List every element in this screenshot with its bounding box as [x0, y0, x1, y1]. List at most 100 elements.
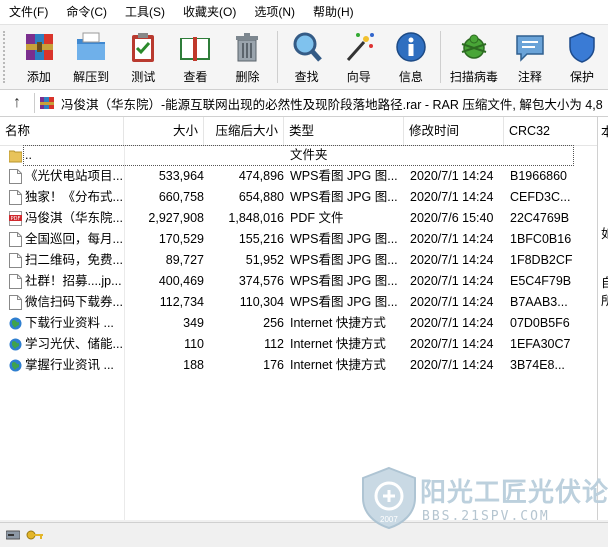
find-label: 查找 [294, 70, 319, 84]
info-pane-text-3: 自 [601, 276, 608, 290]
file-modified: 2020/7/6 15:40 [410, 211, 494, 225]
file-size: 400,469 [158, 274, 204, 288]
delete-label: 删除 [235, 70, 260, 84]
info-label: 信息 [398, 70, 423, 84]
file-size: 349 [183, 316, 204, 330]
info-pane-text-2: 如 [601, 227, 608, 241]
toolbar: 添加 解压到 测试 查看 删除 查找 向导 信息 扫描病毒 注释 保护 [0, 24, 608, 89]
file-crc: E5C4F79B [510, 274, 572, 288]
table-row[interactable]: 学习光伏、储能... 110 112 Internet 快捷方式 2020/7/1 14… [0, 334, 597, 355]
internet-shortcut-icon [9, 338, 22, 351]
file-crc: B7AAB3... [510, 295, 568, 309]
column-header-packed[interactable]: 压缩后大小 [204, 117, 284, 145]
toolbar-separator [276, 31, 278, 83]
find-button[interactable]: 查找 [281, 25, 333, 85]
column-header-modified[interactable]: 修改时间 [404, 117, 504, 145]
view-button[interactable]: 查看 [169, 25, 221, 85]
table-row[interactable]: 《光伏电站项目... 533,964 474,896 WPS看图 JPG 图... 20… [0, 166, 597, 187]
file-crc: 07D0B5F6 [510, 316, 570, 330]
file-size: 89,727 [165, 253, 204, 267]
menu-file[interactable]: 文件(F) [0, 0, 57, 24]
folder-icon [9, 150, 22, 163]
file-name: 掌握行业资讯 ... [25, 358, 114, 372]
file-crc: 22C4769B [510, 211, 570, 225]
file-crc: 1EFA30C7 [510, 337, 571, 351]
info-button[interactable]: 信息 [385, 25, 437, 85]
table-row[interactable]: 全国巡回，每月... 170,529 155,216 WPS看图 JPG 图... 20… [0, 229, 597, 250]
file-name: 扫二维码，免费... [25, 253, 122, 267]
test-button[interactable]: 测试 [117, 25, 169, 85]
toolbar-grip[interactable] [3, 31, 9, 83]
column-header-size[interactable]: 大小 [124, 117, 204, 145]
menu-help[interactable]: 帮助(H) [304, 0, 363, 24]
protect-icon [569, 32, 595, 63]
file-name: 《光伏电站项目... [25, 169, 122, 183]
table-row[interactable]: 微信扫码下载券... 112,734 110,304 WPS看图 JPG 图... 20… [0, 292, 597, 313]
virus-scan-icon [461, 34, 487, 59]
file-packed: 474,896 [238, 169, 284, 183]
table-row[interactable]: 独家！《分布式... 660,758 654,880 WPS看图 JPG 图... 20… [0, 187, 597, 208]
menu-options[interactable]: 选项(N) [245, 0, 304, 24]
file-type: WPS看图 JPG 图... [290, 295, 398, 309]
svg-text:PDF: PDF [11, 216, 21, 222]
file-name: 社群！招募....jp... [25, 274, 122, 288]
comment-button[interactable]: 注释 [504, 25, 556, 85]
image-file-icon [9, 253, 22, 268]
watermark-title: 阳光工匠光伏论坛 [420, 478, 608, 508]
table-row[interactable]: 掌握行业资讯 ... 188 176 Internet 快捷方式 2020/7/1 14… [0, 355, 597, 376]
internet-shortcut-icon [9, 359, 22, 372]
info-icon [396, 32, 426, 62]
file-size: 170,529 [158, 232, 204, 246]
table-row[interactable]: .. 文件夹 [0, 145, 597, 166]
trash-icon [236, 33, 259, 62]
file-type: WPS看图 JPG 图... [290, 253, 398, 267]
view-book-icon [180, 37, 211, 61]
file-size: 112,734 [159, 295, 204, 309]
table-row[interactable]: PDF 冯俊淇（华东院... 2,927,908 1,848,016 PDF 文件 202… [0, 208, 597, 229]
menu-favorites[interactable]: 收藏夹(O) [174, 0, 245, 24]
image-file-icon [9, 295, 22, 310]
scan-virus-label: 扫描病毒 [449, 70, 498, 84]
toolbar-separator [439, 31, 441, 83]
archive-path-text[interactable]: 冯俊淇（华东院）-能源互联网出现的必然性及现阶段落地路径.rar - RAR 压… [61, 94, 603, 113]
wizard-button[interactable]: 向导 [333, 25, 385, 85]
file-modified: 2020/7/1 14:24 [410, 190, 494, 204]
column-header-crc[interactable]: CRC32 [504, 117, 597, 145]
column-header-type[interactable]: 类型 [284, 117, 404, 145]
menu-commands[interactable]: 命令(C) [57, 0, 116, 24]
file-name: 下载行业资料 ... [25, 316, 114, 330]
file-type: Internet 快捷方式 [290, 358, 386, 372]
test-label: 测试 [131, 70, 156, 84]
menu-bar: 文件(F) 命令(C) 工具(S) 收藏夹(O) 选项(N) 帮助(H) [0, 0, 608, 24]
file-name: 冯俊淇（华东院... [25, 211, 122, 225]
up-level-icon[interactable]: ↑ [0, 94, 34, 112]
add-button[interactable]: 添加 [13, 25, 65, 85]
scan-virus-button[interactable]: 扫描病毒 [444, 25, 504, 85]
image-file-icon [9, 232, 22, 247]
drive-icon[interactable] [6, 529, 20, 541]
table-row[interactable]: 扫二维码，免费... 89,727 51,952 WPS看图 JPG 图... 2020… [0, 250, 597, 271]
extract-folder-icon [77, 32, 106, 60]
file-modified: 2020/7/1 14:24 [410, 316, 494, 330]
table-row[interactable]: 下载行业资料 ... 349 256 Internet 快捷方式 2020/7/1 14… [0, 313, 597, 334]
info-pane-text-4: 所 [601, 294, 608, 308]
file-packed: 155,216 [238, 232, 284, 246]
file-packed: 110,304 [239, 295, 284, 309]
pdf-file-icon: PDF [9, 211, 22, 226]
menu-tools[interactable]: 工具(S) [116, 0, 174, 24]
extract-to-button[interactable]: 解压到 [65, 25, 117, 85]
file-packed: 374,576 [238, 274, 284, 288]
file-type: WPS看图 JPG 图... [290, 232, 398, 246]
file-name: 全国巡回，每月... [25, 232, 122, 246]
key-icon[interactable] [26, 529, 44, 541]
delete-button[interactable]: 删除 [221, 25, 273, 85]
extract-to-label: 解压到 [73, 70, 110, 84]
file-modified: 2020/7/1 14:24 [410, 295, 494, 309]
wizard-wand-icon [346, 33, 374, 61]
file-packed: 112 [264, 337, 284, 351]
table-row[interactable]: 社群！招募....jp... 400,469 374,576 WPS看图 JPG 图.… [0, 271, 597, 292]
file-name: 微信扫码下载券... [25, 295, 122, 309]
file-crc: 1BFC0B16 [510, 232, 572, 246]
protect-button[interactable]: 保护 [556, 25, 608, 85]
column-header-name[interactable]: 名称 [0, 117, 124, 145]
